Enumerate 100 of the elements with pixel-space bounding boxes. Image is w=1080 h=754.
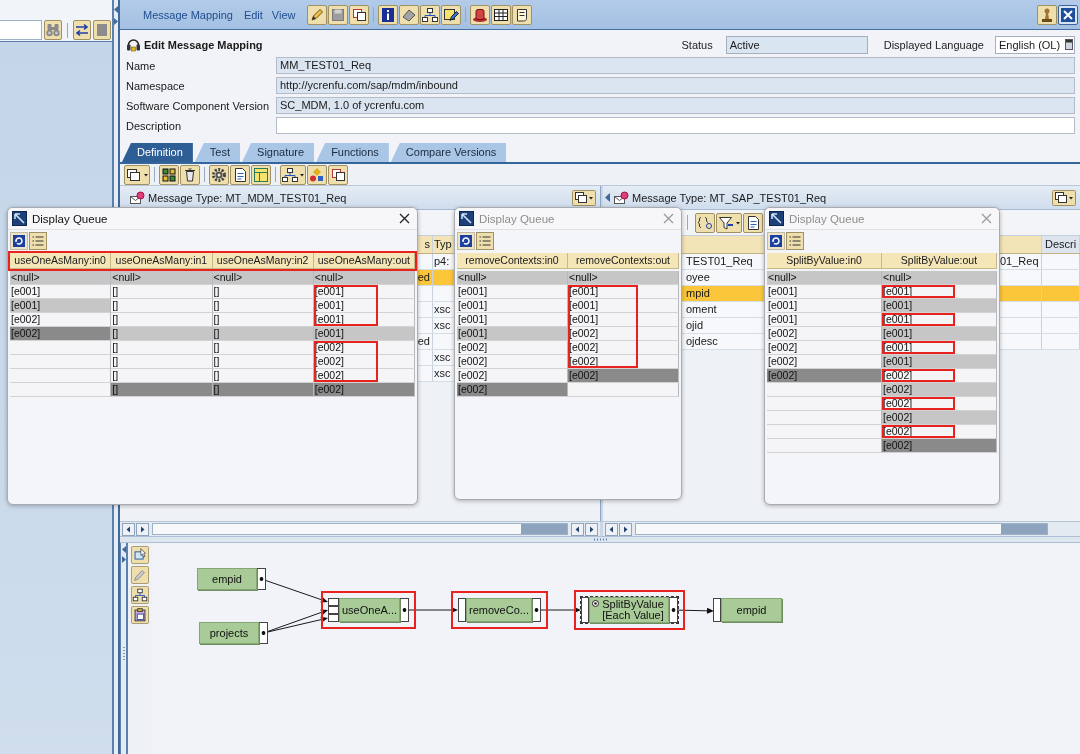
function-node[interactable]: SplitByValue [Each Value] — [589, 597, 669, 623]
table-cell: [e002] — [568, 369, 679, 383]
output-port[interactable] — [400, 598, 409, 622]
grip-icon[interactable] — [122, 646, 125, 660]
table-icon[interactable] — [490, 4, 511, 25]
status-field[interactable]: Active — [725, 35, 868, 54]
left-triangle-icon[interactable] — [605, 193, 610, 202]
tab[interactable]: Definition — [122, 143, 193, 162]
shapes-icon[interactable] — [307, 164, 327, 185]
panel-icon[interactable] — [251, 164, 271, 185]
squares-dropdown-icon[interactable] — [1052, 189, 1076, 206]
scrollbar-thumb[interactable] — [521, 524, 567, 534]
refresh-icon[interactable] — [10, 231, 28, 250]
tab[interactable]: Compare Versions — [390, 143, 507, 162]
input-port[interactable] — [713, 598, 721, 622]
table-text: oment — [686, 303, 717, 315]
document-icon[interactable] — [743, 212, 763, 233]
table-cell: <null> — [568, 271, 679, 285]
table-cell: [e002] — [457, 355, 568, 369]
grid-icon[interactable] — [159, 164, 179, 185]
hierarchy-icon[interactable] — [419, 4, 440, 25]
left-triangle-icon[interactable] — [121, 546, 126, 553]
pencil-square-icon[interactable] — [440, 4, 461, 25]
gear-icon[interactable] — [209, 164, 229, 185]
table-cell: [] — [212, 285, 314, 299]
copy-icon[interactable] — [348, 4, 369, 25]
output-port[interactable] — [669, 597, 678, 623]
refresh-icon[interactable] — [457, 231, 475, 250]
binoculars-icon[interactable] — [44, 20, 62, 40]
table-text: TEST01_Req — [686, 255, 753, 267]
table-cell: [e001] — [767, 299, 882, 313]
document-icon[interactable] — [230, 164, 250, 185]
right-triangle-icon[interactable] — [114, 18, 118, 25]
input-port[interactable] — [581, 597, 589, 623]
table-cell: [e002] — [882, 369, 997, 383]
left-triangle-icon[interactable] — [114, 6, 118, 13]
tab[interactable]: Test — [194, 143, 241, 162]
column-header: removeContexts:in0 — [457, 253, 568, 269]
table-cell: [e001] — [10, 299, 112, 313]
stamp-icon[interactable] — [1037, 4, 1057, 25]
search-field[interactable] — [0, 20, 42, 40]
clipboard-icon[interactable] — [131, 606, 149, 624]
tab[interactable]: Functions — [316, 143, 389, 162]
function-node[interactable]: useOneA... — [339, 598, 400, 622]
table-cell: [] — [111, 341, 213, 355]
source-node[interactable]: empid — [197, 568, 257, 590]
text-field[interactable]: MM_TEST01_Req — [276, 57, 1075, 74]
tab[interactable]: Signature — [242, 143, 315, 162]
hierarchy-dropdown-icon[interactable] — [280, 164, 306, 185]
output-port[interactable] — [257, 568, 266, 590]
scrollbar-thumb[interactable] — [1001, 524, 1047, 534]
table-text: xsc — [434, 319, 451, 331]
table-text: 01_Req — [1000, 255, 1039, 267]
hierarchy-icon[interactable] — [131, 586, 149, 604]
grip-icon[interactable] — [593, 538, 607, 541]
info-icon[interactable] — [377, 4, 398, 25]
menu-item[interactable]: Edit — [243, 8, 263, 21]
copy-icon[interactable] — [328, 164, 348, 185]
text-field[interactable]: SC_MDM, 1.0 of ycrenfu.com — [276, 97, 1075, 114]
output-port[interactable] — [259, 622, 268, 644]
language-dropdown[interactable]: English (OL) — [995, 35, 1075, 54]
table-text: xsc — [434, 351, 451, 363]
squares-dropdown-icon[interactable] — [124, 164, 150, 185]
right-triangle-icon[interactable] — [121, 556, 126, 563]
text-field[interactable] — [276, 117, 1075, 134]
table-text: ed — [417, 335, 430, 347]
squares-dropdown-icon[interactable] — [572, 189, 596, 206]
menu-item[interactable]: View — [271, 8, 296, 21]
menu-item[interactable]: Message Mapping — [143, 8, 233, 21]
input-port[interactable] — [328, 614, 339, 622]
table-text: ojid — [686, 319, 704, 331]
table-cell: <null> — [111, 271, 213, 285]
output-port[interactable] — [532, 598, 541, 622]
headset-icon — [126, 37, 141, 52]
function-node[interactable]: removeCo... — [466, 598, 532, 622]
brackets-icon[interactable] — [695, 212, 715, 233]
text-field[interactable]: http://ycrenfu.com/sap/mdm/inbound — [276, 77, 1075, 94]
note-icon[interactable] — [511, 4, 532, 25]
target-node[interactable]: empid — [721, 598, 782, 622]
close-icon[interactable] — [399, 213, 410, 224]
filter-icon[interactable] — [716, 212, 742, 233]
swap-arrows-icon[interactable] — [73, 20, 91, 40]
table-cell: [] — [111, 369, 213, 383]
select-box-icon[interactable] — [131, 546, 149, 564]
table-cell: [] — [212, 383, 314, 397]
input-port[interactable] — [458, 598, 466, 622]
hat-icon[interactable] — [469, 4, 490, 25]
pencil-icon[interactable] — [306, 4, 327, 25]
table-cell: [e001] — [882, 313, 997, 327]
language-label: Displayed Language — [883, 38, 984, 51]
close-icon[interactable] — [1058, 4, 1078, 25]
refresh-icon[interactable] — [767, 231, 785, 250]
input-port[interactable] — [328, 598, 339, 606]
column-header: SplitByValue:out — [882, 253, 997, 269]
source-node[interactable]: projects — [199, 622, 259, 644]
trash-icon[interactable] — [180, 164, 200, 185]
table-cell: [] — [212, 313, 314, 327]
table-cell: [e001] — [882, 341, 997, 355]
table-text: oyee — [686, 271, 710, 283]
input-port[interactable] — [328, 606, 339, 614]
